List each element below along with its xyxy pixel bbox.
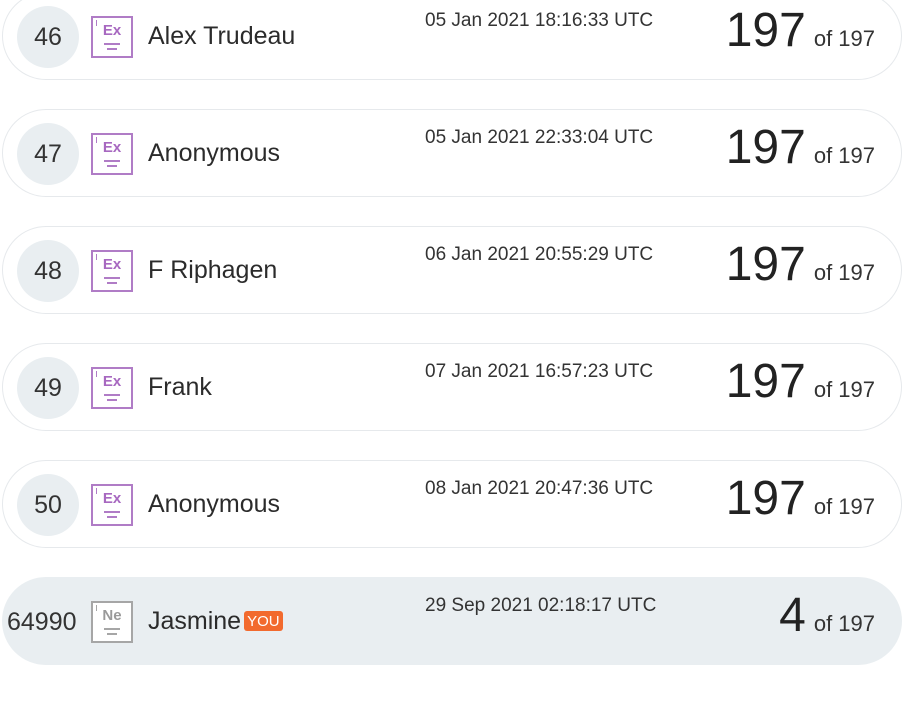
expert-level-icon: Ex [91,133,133,175]
level-abbr: Ex [102,373,122,390]
score-total: of 197 [813,26,875,51]
score-total: of 197 [813,494,875,519]
score-value: 197 [725,355,806,408]
you-badge: YOU [244,611,283,631]
rank-badge: 48 [17,240,79,302]
score: 197 of 197 [726,120,875,175]
player-name[interactable]: Frank [148,373,212,402]
leaderboard-row[interactable]: 49 Ex Frank 07 Jan 2021 16:57:23 UTC 197… [2,343,902,431]
expert-level-icon: Ex [91,367,133,409]
score-value: 197 [725,238,806,291]
expert-level-icon: Ex [91,484,133,526]
completion-timestamp: 29 Sep 2021 02:18:17 UTC [425,595,657,616]
rank-badge: 50 [17,474,79,536]
score: 4 of 197 [779,588,875,643]
expert-level-icon: Ex [91,250,133,292]
expert-level-icon: Ex [91,16,133,58]
completion-timestamp: 08 Jan 2021 20:47:36 UTC [425,478,654,499]
level-abbr: Ex [102,22,122,39]
player-name[interactable]: F Riphagen [148,256,277,285]
completion-timestamp: 05 Jan 2021 18:16:33 UTC [425,10,654,31]
current-user-row[interactable]: 64990 Ne Jasmine YOU 29 Sep 2021 02:18:17… [2,577,902,665]
player-name[interactable]: Alex Trudeau [148,22,295,51]
leaderboard-row[interactable]: 48 Ex F Riphagen 06 Jan 2021 20:55:29 UT… [2,226,902,314]
rank-badge: 46 [17,6,79,68]
score-total: of 197 [813,260,875,285]
novice-level-icon: Ne [91,601,133,643]
score-value: 197 [725,472,806,525]
score-total: of 197 [813,377,875,402]
score-value: 197 [725,121,806,174]
leaderboard-row[interactable]: 50 Ex Anonymous 08 Jan 2021 20:47:36 UTC… [2,460,902,548]
level-abbr: Ex [102,256,122,273]
score-total: of 197 [813,611,875,636]
score: 197 of 197 [726,3,875,58]
score-value: 197 [725,4,806,57]
leaderboard-row[interactable]: 47 Ex Anonymous 05 Jan 2021 22:33:04 UTC… [2,109,902,197]
completion-timestamp: 06 Jan 2021 20:55:29 UTC [425,244,654,265]
player-name[interactable]: Jasmine YOU [148,607,283,636]
level-abbr: Ex [102,490,122,507]
leaderboard-list: 46 Ex Alex Trudeau 05 Jan 2021 18:16:33 … [0,0,910,710]
level-abbr: Ne [102,607,122,624]
completion-timestamp: 05 Jan 2021 22:33:04 UTC [425,127,654,148]
rank-badge: 49 [17,357,79,419]
player-name[interactable]: Anonymous [148,490,280,519]
score: 197 of 197 [726,354,875,409]
leaderboard-row[interactable]: 46 Ex Alex Trudeau 05 Jan 2021 18:16:33 … [2,0,902,80]
score: 197 of 197 [726,237,875,292]
completion-timestamp: 07 Jan 2021 16:57:23 UTC [425,361,654,382]
rank-badge: 47 [17,123,79,185]
player-name-text: Jasmine [148,607,242,635]
rank-badge: 64990 [7,608,77,636]
player-name[interactable]: Anonymous [148,139,280,168]
score: 197 of 197 [726,471,875,526]
level-abbr: Ex [102,139,122,156]
score-total: of 197 [813,143,875,168]
score-value: 4 [779,589,806,642]
